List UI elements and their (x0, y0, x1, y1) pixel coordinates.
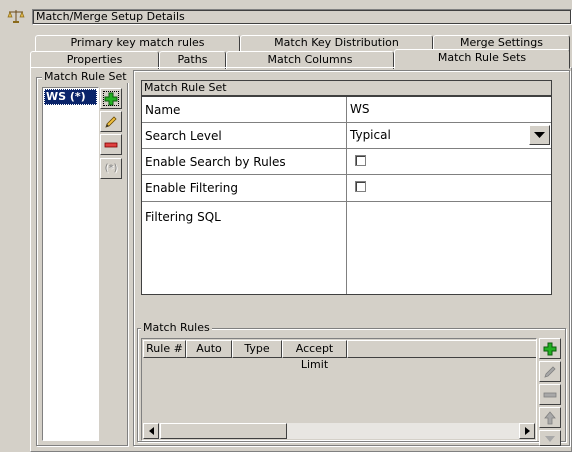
move-down-button[interactable] (539, 430, 561, 446)
add-rule-set-button[interactable] (100, 88, 122, 109)
pencil-icon (543, 365, 557, 379)
column-header-type[interactable]: Type (232, 340, 282, 358)
scroll-thumb[interactable] (160, 423, 287, 439)
column-header-filler (347, 340, 536, 358)
scroll-right-button[interactable] (519, 423, 535, 439)
delete-rule-set-button[interactable] (100, 134, 122, 155)
plus-icon (104, 92, 118, 106)
scroll-left-button[interactable] (143, 423, 159, 439)
tab-label: Paths (177, 53, 208, 66)
delete-match-rule-button[interactable] (539, 384, 561, 405)
property-value (348, 149, 551, 174)
tab-label: Primary key match rules (70, 36, 205, 49)
plus-icon (543, 342, 557, 356)
down-arrow-icon (544, 434, 556, 442)
tab-match-rule-sets[interactable]: Match Rule Sets (394, 49, 570, 69)
property-label: Search Level (142, 123, 347, 148)
move-up-button[interactable] (539, 407, 561, 428)
scales-icon (7, 9, 25, 23)
add-match-rule-button[interactable] (539, 338, 561, 359)
rule-set-list[interactable]: WS (*) (42, 87, 99, 441)
filtering-sql-field[interactable] (348, 202, 551, 294)
column-header-auto[interactable]: Auto (186, 340, 232, 358)
search-level-value: Typical (350, 128, 391, 142)
edit-rule-set-button[interactable] (100, 111, 122, 132)
property-label: Name (142, 97, 347, 122)
property-label: Enable Filtering (142, 175, 347, 201)
chevron-down-icon (534, 128, 545, 142)
tab-label: Match Key Distribution (274, 36, 399, 49)
match-rules-title: Match Rules (141, 321, 212, 334)
dropdown-button[interactable] (529, 125, 550, 145)
property-row-enable-filtering: Enable Filtering (142, 175, 551, 202)
property-label: Filtering SQL (142, 202, 347, 294)
name-field[interactable]: WS (348, 97, 551, 122)
tab-label: Match Rule Sets (437, 51, 527, 64)
search-level-select[interactable]: Typical (348, 123, 551, 148)
properties-header: Match Rule Set (141, 80, 552, 96)
property-row-search-level: Search Level Typical (142, 123, 551, 149)
tab-label: Match Columns (267, 53, 353, 66)
minus-icon (104, 138, 118, 152)
horizontal-scrollbar[interactable] (143, 423, 535, 439)
asterisk-icon: (*) (104, 163, 118, 174)
tab-label: Properties (66, 53, 123, 66)
enable-search-checkbox[interactable] (355, 155, 366, 166)
pencil-icon (104, 115, 118, 129)
set-default-button[interactable]: (*) (100, 158, 122, 179)
property-row-enable-search: Enable Search by Rules (142, 149, 551, 175)
property-value (348, 175, 551, 201)
property-row-name: Name WS (142, 97, 551, 123)
property-row-filtering-sql: Filtering SQL (142, 202, 551, 294)
tab-label: Merge Settings (460, 36, 543, 49)
page-title: Match/Merge Setup Details (32, 9, 572, 25)
up-arrow-icon (544, 410, 556, 425)
arrow-right-icon (524, 425, 530, 438)
list-item[interactable]: WS (*) (44, 89, 97, 105)
property-grid: Name WS Search Level Typical Enable Sear… (141, 96, 552, 295)
rule-set-group-title: Match Rule Set (42, 70, 129, 83)
enable-filtering-checkbox[interactable] (355, 181, 366, 192)
column-header-rule-number[interactable]: Rule # (143, 340, 186, 358)
match-rules-table: Rule # Auto Type Accept Limit (141, 338, 537, 441)
arrow-left-icon (148, 425, 154, 438)
minus-icon (543, 388, 557, 402)
property-label: Enable Search by Rules (142, 149, 347, 174)
column-header-accept-limit[interactable]: Accept Limit (282, 340, 347, 371)
edit-match-rule-button[interactable] (539, 361, 561, 382)
